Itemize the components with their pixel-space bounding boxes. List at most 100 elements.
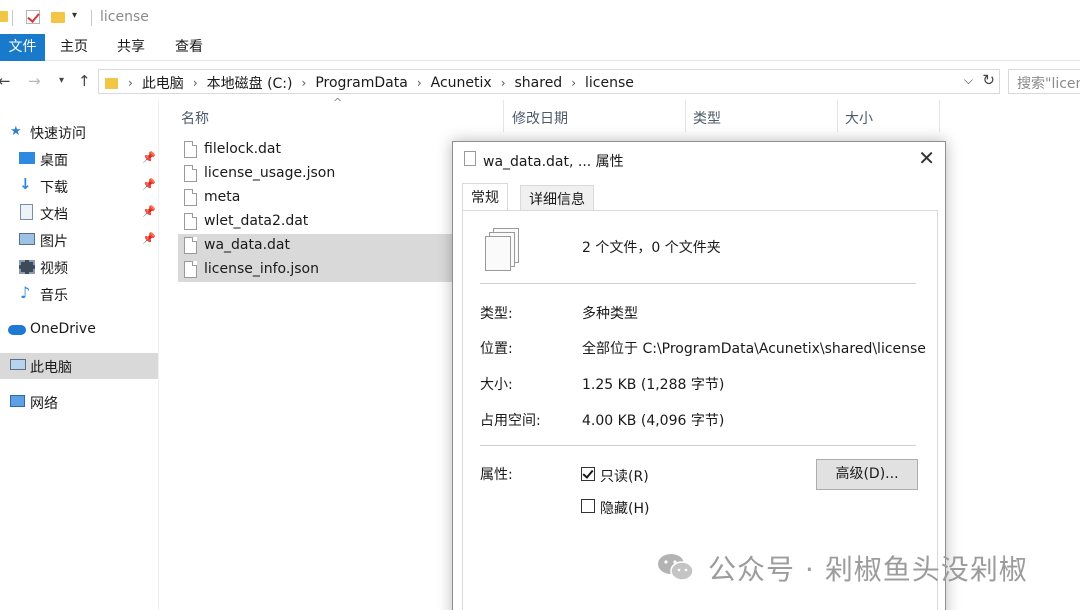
up-arrow-icon[interactable]: ↑ <box>78 72 91 90</box>
tab-file[interactable]: 文件 <box>0 34 45 61</box>
file-name: license_info.json <box>204 261 319 277</box>
ribbon-tabs: 文件 主页 共享 查看 <box>0 34 1080 61</box>
multiple-files-icon <box>485 236 511 271</box>
network-icon <box>10 395 25 407</box>
file-row[interactable]: license_usage.json <box>178 162 454 186</box>
download-icon: ↓ <box>19 175 32 193</box>
file-name: license_usage.json <box>204 165 336 181</box>
nav-item-pictures[interactable]: 图片 📌 <box>0 227 158 253</box>
pin-icon[interactable]: 📌 <box>142 151 156 164</box>
sort-ascending-icon: ^ <box>333 96 343 109</box>
pin-icon[interactable]: 📌 <box>142 232 156 245</box>
prop-location-value: 全部位于 C:\ProgramData\Acunetix\shared\lice… <box>582 341 926 357</box>
nav-item-desktop[interactable]: 桌面 📌 <box>0 146 158 172</box>
file-row[interactable]: filelock.dat <box>178 138 454 162</box>
prop-location-label: 位置: <box>480 341 513 357</box>
prop-type-label: 类型: <box>480 306 513 322</box>
file-icon <box>184 141 197 158</box>
file-name: meta <box>204 189 241 205</box>
wechat-logo-icon <box>658 554 694 581</box>
tab-share[interactable]: 共享 <box>117 34 145 61</box>
breadcrumb: › 此电脑 › 本地磁盘 (C:) › ProgramData › Acunet… <box>105 73 634 93</box>
tab-home[interactable]: 主页 <box>60 34 88 61</box>
selection-summary: 2 个文件，0 个文件夹 <box>582 240 721 256</box>
properties-icon[interactable] <box>26 10 40 24</box>
tab-general[interactable]: 常规 <box>462 183 508 211</box>
forward-arrow-icon[interactable]: → <box>28 72 41 90</box>
cloud-icon <box>8 325 26 335</box>
computer-icon <box>10 359 26 370</box>
pane-divider[interactable] <box>158 100 159 610</box>
nav-item-music[interactable]: ♪ 音乐 <box>0 281 158 307</box>
folder-icon <box>0 11 8 22</box>
file-row-selected[interactable]: license_info.json <box>178 258 454 282</box>
videos-icon <box>19 260 35 274</box>
properties-dialog: wa_data.dat, ... 属性 ✕ 详细信息 常规 2 个文件，0 个文… <box>452 141 946 610</box>
file-icon <box>184 189 197 206</box>
column-header-size[interactable]: 大小 <box>845 108 873 128</box>
file-row[interactable]: wlet_data2.dat <box>178 210 454 234</box>
address-bar[interactable]: › 此电脑 › 本地磁盘 (C:) › ProgramData › Acunet… <box>98 69 1000 94</box>
documents-icon <box>20 204 33 220</box>
prop-size-label: 大小: <box>480 377 513 393</box>
pin-icon[interactable]: 📌 <box>142 178 156 191</box>
prop-size-value: 1.25 KB (1,288 字节) <box>582 377 725 393</box>
watermark-text: 公众号 · 剁椒鱼头没剁椒 <box>708 553 1028 586</box>
recent-locations-icon[interactable]: ▾ <box>59 75 64 86</box>
prop-disk-size-label: 占用空间: <box>480 413 541 429</box>
star-icon: ★ <box>10 124 22 139</box>
breadcrumb-item[interactable]: shared <box>515 75 563 91</box>
navigation-pane: ★ 快速访问 桌面 📌 ↓ 下载 📌 文档 📌 图片 📌 视频 ♪ 音乐 One… <box>0 108 158 610</box>
file-name: wa_data.dat <box>204 237 290 253</box>
breadcrumb-item[interactable]: 本地磁盘 (C:) <box>207 73 293 93</box>
readonly-label[interactable]: 只读(R) <box>600 466 649 486</box>
prop-type-value: 多种类型 <box>582 306 638 322</box>
file-icon <box>184 237 197 254</box>
column-header-type[interactable]: 类型 <box>693 108 721 128</box>
desktop-icon <box>19 152 35 164</box>
file-name: wlet_data2.dat <box>204 213 309 229</box>
attributes-label: 属性: <box>480 467 513 483</box>
pin-icon[interactable]: 📌 <box>142 205 156 218</box>
file-icon <box>184 213 197 230</box>
file-icon <box>184 165 197 182</box>
file-icon <box>184 261 197 278</box>
music-icon: ♪ <box>20 283 31 302</box>
column-header-date[interactable]: 修改日期 <box>512 108 568 128</box>
nav-item-onedrive[interactable]: OneDrive <box>0 317 158 343</box>
tab-details[interactable]: 详细信息 <box>520 185 594 210</box>
tab-view[interactable]: 查看 <box>175 34 203 61</box>
dialog-title: wa_data.dat, ... 属性 <box>483 154 624 170</box>
new-folder-icon[interactable] <box>51 12 65 23</box>
folder-icon <box>105 77 118 89</box>
nav-item-network[interactable]: 网络 <box>0 389 158 415</box>
search-input[interactable]: 搜索"license" <box>1008 69 1080 94</box>
readonly-checkbox[interactable] <box>581 467 595 481</box>
address-dropdown-icon[interactable]: ⌵ <box>964 73 973 88</box>
file-row[interactable]: meta <box>178 186 454 210</box>
prop-disk-size-value: 4.00 KB (4,096 字节) <box>582 413 725 429</box>
title-bar: ▾ license <box>0 0 1080 34</box>
pictures-icon <box>19 233 35 245</box>
nav-item-videos[interactable]: 视频 <box>0 254 158 280</box>
customize-toolbar-icon[interactable]: ▾ <box>72 10 77 21</box>
refresh-icon[interactable]: ↻ <box>982 71 995 89</box>
hidden-label[interactable]: 隐藏(H) <box>600 498 649 518</box>
file-name: filelock.dat <box>204 141 281 157</box>
nav-item-documents[interactable]: 文档 📌 <box>0 200 158 226</box>
nav-item-quick-access[interactable]: ★ 快速访问 <box>0 119 158 145</box>
breadcrumb-item[interactable]: 此电脑 <box>142 73 184 93</box>
file-icon <box>464 151 476 166</box>
advanced-button[interactable]: 高级(D)... <box>816 459 918 490</box>
file-row-selected[interactable]: wa_data.dat <box>178 234 454 258</box>
breadcrumb-item[interactable]: Acunetix <box>431 75 492 91</box>
back-arrow-icon[interactable]: ← <box>0 72 11 90</box>
nav-item-this-pc[interactable]: 此电脑 <box>0 353 158 379</box>
column-header-name[interactable]: 名称 <box>181 108 209 128</box>
close-icon[interactable]: ✕ <box>918 148 935 168</box>
breadcrumb-item[interactable]: license <box>585 75 634 91</box>
window-title: license <box>100 9 149 25</box>
breadcrumb-item[interactable]: ProgramData <box>315 75 408 91</box>
nav-item-downloads[interactable]: ↓ 下载 📌 <box>0 173 158 199</box>
hidden-checkbox[interactable] <box>581 499 595 513</box>
